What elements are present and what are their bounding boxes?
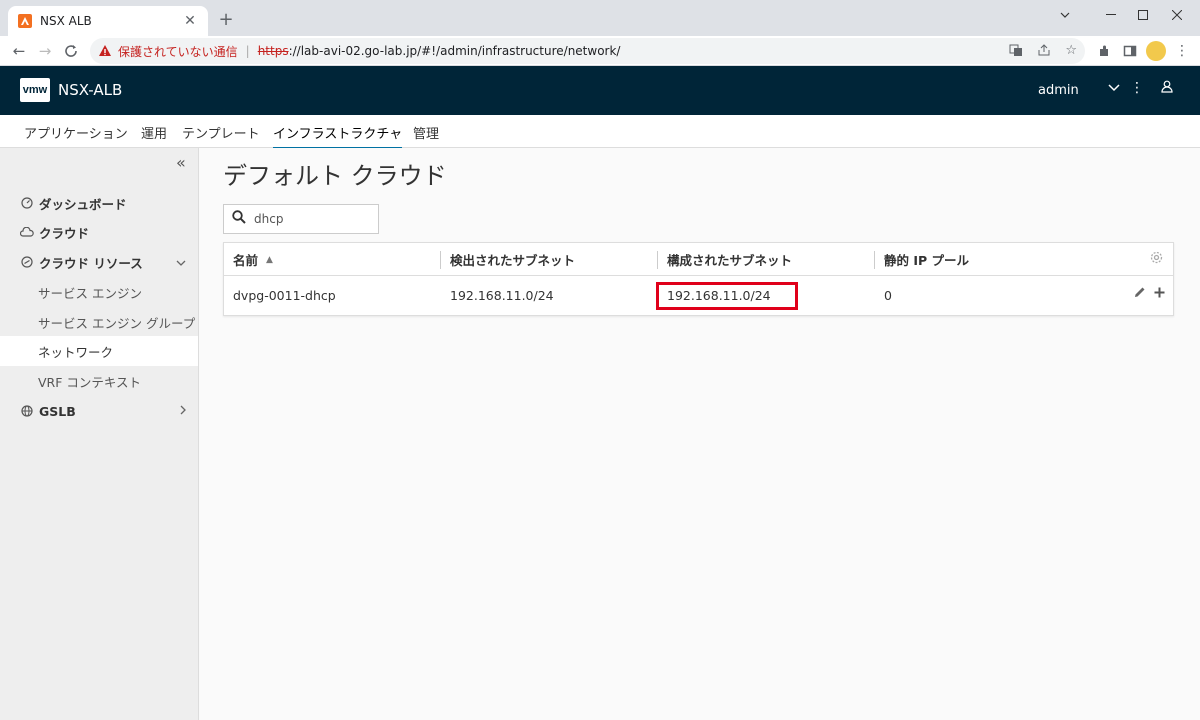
- cell-discovered-subnet: 192.168.11.0/24: [450, 287, 554, 303]
- browser-tab[interactable]: NSX ALB ✕: [8, 6, 208, 36]
- column-header-static-ip-pool[interactable]: 静的 IP プール: [884, 243, 969, 276]
- networks-table: 名前 ▲ 検出されたサブネット 構成されたサブネット 静的 IP プール dvp…: [223, 242, 1174, 316]
- nav-administration[interactable]: 管理: [413, 123, 439, 142]
- cell-name: dvpg-0011-dhcp: [233, 287, 336, 303]
- nav-operations[interactable]: 運用: [141, 123, 167, 142]
- column-header-name[interactable]: 名前 ▲: [233, 243, 273, 276]
- nav-templates[interactable]: テンプレート: [182, 123, 260, 142]
- column-divider: [657, 251, 658, 269]
- user-name[interactable]: admin: [1038, 83, 1079, 98]
- edit-pencil-icon[interactable]: [1134, 286, 1146, 302]
- column-header-discovered-subnets[interactable]: 検出されたサブネット: [450, 243, 575, 276]
- sidebar-item-label: クラウド: [39, 225, 90, 241]
- new-tab-button[interactable]: +: [216, 9, 236, 30]
- table-header: 名前 ▲ 検出されたサブネット 構成されたサブネット 静的 IP プール: [224, 243, 1173, 276]
- warning-icon: [99, 45, 111, 56]
- column-divider: [440, 251, 441, 269]
- sidebar-item-service-engines[interactable]: サービス エンジン: [0, 277, 198, 307]
- bookmark-star-icon[interactable]: ☆: [1065, 43, 1077, 61]
- sidebar-item-label: GSLB: [39, 403, 76, 419]
- chevron-right-icon[interactable]: [180, 404, 186, 418]
- search-input[interactable]: [254, 212, 364, 226]
- table-settings-gear-icon[interactable]: [1150, 251, 1163, 268]
- nav-applications[interactable]: アプリケーション: [24, 123, 128, 142]
- address-bar[interactable]: 保護されていない通信 | https ://lab-avi-02.go-lab.…: [90, 38, 1085, 64]
- app-header: vmw NSX-ALB admin ⋮: [0, 66, 1200, 115]
- share-icon[interactable]: [1037, 43, 1051, 61]
- globe-icon: [20, 404, 34, 418]
- reload-icon[interactable]: [60, 40, 82, 62]
- main-content: デフォルト クラウド 名前 ▲ 検出されたサブネット 構成されたサブネット 静的…: [199, 148, 1200, 720]
- translate-icon[interactable]: [1009, 43, 1023, 61]
- sidebar-item-clouds[interactable]: クラウド: [0, 217, 198, 247]
- avi-favicon-icon: [18, 14, 32, 28]
- side-panel-icon[interactable]: [1120, 41, 1140, 61]
- more-menu-icon[interactable]: ⋮: [1127, 80, 1147, 96]
- nav-infrastructure[interactable]: インフラストラクチャ: [273, 123, 403, 150]
- collapse-sidebar-icon[interactable]: «: [176, 153, 186, 172]
- forward-icon[interactable]: →: [34, 40, 56, 62]
- divider: |: [245, 44, 250, 58]
- tab-search-icon[interactable]: [1042, 0, 1088, 30]
- cell-static-ip-pool: 0: [884, 287, 892, 303]
- column-divider: [874, 251, 875, 269]
- sidebar-item-label: クラウド リソース: [39, 255, 143, 271]
- browser-toolbar: ← → 保護されていない通信 | https ://lab-avi-02.go-…: [0, 36, 1200, 66]
- sidebar-item-gslb[interactable]: GSLB: [0, 396, 198, 426]
- search-icon: [232, 210, 246, 228]
- close-window-button[interactable]: [1154, 0, 1200, 30]
- cloud-icon: [20, 225, 34, 239]
- extensions-icon[interactable]: [1094, 41, 1114, 61]
- sidebar-item-service-engine-groups[interactable]: サービス エンジン グループ: [0, 307, 198, 337]
- app-name: NSX-ALB: [58, 81, 123, 99]
- sort-ascending-icon[interactable]: ▲: [266, 255, 273, 265]
- browser-menu-icon[interactable]: ⋮: [1172, 41, 1192, 61]
- resources-icon: [20, 255, 34, 269]
- vmware-logo: vmw: [20, 78, 50, 102]
- tab-close-icon[interactable]: ✕: [182, 13, 198, 29]
- search-box[interactable]: [223, 204, 379, 234]
- sidebar-item-vrf-contexts[interactable]: VRF コンテキスト: [0, 366, 198, 396]
- sidebar-item-networks[interactable]: ネットワーク: [0, 336, 198, 366]
- highlight-annotation: [656, 282, 798, 310]
- sidebar-item-dashboard[interactable]: ダッシュボード: [0, 188, 198, 218]
- url-text: ://lab-avi-02.go-lab.jp/#!/admin/infrast…: [288, 44, 621, 58]
- dashboard-icon: [20, 196, 34, 210]
- sidebar: « ダッシュボード クラウド クラウド リソース サービス エンジン サービス …: [0, 148, 199, 720]
- url-scheme: https: [257, 44, 289, 58]
- add-plus-icon[interactable]: [1154, 286, 1165, 302]
- page-title: デフォルト クラウド: [223, 162, 447, 190]
- back-icon[interactable]: ←: [8, 40, 30, 62]
- tab-title: NSX ALB: [40, 14, 92, 28]
- column-header-configured-subnets[interactable]: 構成されたサブネット: [667, 243, 792, 276]
- sidebar-item-cloud-resources[interactable]: クラウド リソース: [0, 247, 198, 277]
- row-actions: [1134, 286, 1165, 302]
- chevron-down-icon[interactable]: [1104, 80, 1124, 96]
- sidebar-item-label: ダッシュボード: [39, 196, 127, 212]
- main-nav: アプリケーション 運用 テンプレート インフラストラクチャ 管理: [0, 115, 1200, 150]
- chevron-down-icon[interactable]: [176, 255, 186, 269]
- browser-tab-strip: NSX ALB ✕ +: [0, 0, 1200, 36]
- user-icon[interactable]: [1157, 80, 1177, 97]
- profile-avatar[interactable]: [1146, 41, 1166, 61]
- not-secure-label[interactable]: 保護されていない通信: [118, 43, 238, 60]
